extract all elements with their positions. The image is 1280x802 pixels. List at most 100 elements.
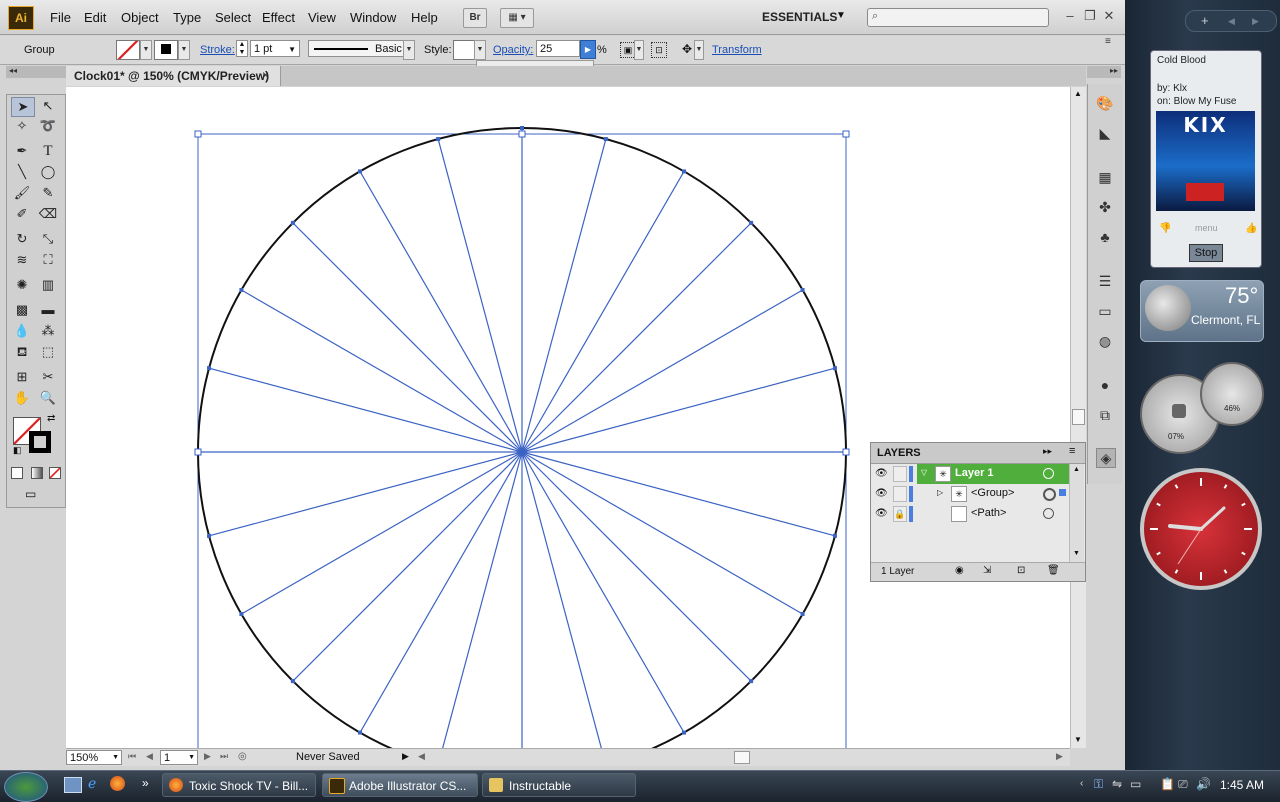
magic-wand-tool-icon[interactable]: ✧ — [11, 117, 33, 135]
type-tool-icon[interactable]: T — [37, 142, 59, 160]
locate-object-icon[interactable]: ◉ — [955, 565, 964, 576]
stop-button[interactable]: Stop — [1189, 244, 1223, 262]
stroke-weight-field[interactable]: 1 pt ▼ — [250, 40, 300, 57]
new-sublayer-icon[interactable]: ⊡ — [1017, 565, 1025, 576]
horizontal-scroll-thumb[interactable] — [734, 751, 750, 764]
network-icon[interactable]: ⇋ — [1112, 777, 1122, 791]
spoke-line[interactable] — [521, 451, 836, 537]
lasso-tool-icon[interactable]: ➰ — [37, 117, 59, 135]
bounding-box-handle[interactable] — [842, 130, 850, 138]
previous-gadget-icon[interactable]: ◀ — [1228, 11, 1235, 31]
anchor-point[interactable] — [207, 533, 212, 538]
taskbar-item-folder[interactable]: Instructable — [482, 773, 636, 797]
document-tab[interactable]: Clock01* @ 150% (CMYK/Preview) × — [66, 66, 281, 86]
spoke-line[interactable] — [521, 171, 685, 453]
search-input[interactable]: ⌕ — [867, 8, 1049, 27]
spoke-line[interactable] — [292, 222, 523, 453]
bounding-box-handle[interactable] — [842, 448, 850, 456]
artboard-tool-icon[interactable]: ⊞ — [11, 368, 33, 386]
spoke-line[interactable] — [359, 451, 523, 733]
vertical-scrollbar[interactable]: ▲ ▼ — [1070, 87, 1086, 748]
column-graph-tool-icon[interactable]: ▥ — [37, 276, 59, 294]
layers-scrollbar[interactable]: ▲ ▼ — [1069, 464, 1084, 562]
anchor-point[interactable] — [358, 730, 362, 735]
first-artboard-icon[interactable]: ⏮ — [128, 751, 136, 762]
spoke-line[interactable] — [208, 451, 523, 537]
recolor-icon[interactable]: ✥ — [680, 42, 694, 56]
spoke-line[interactable] — [521, 138, 607, 453]
rotate-tool-icon[interactable]: ↻ — [11, 230, 33, 248]
scroll-up-icon[interactable]: ▲ — [1074, 89, 1082, 98]
warp-tool-icon[interactable]: ≋ — [11, 251, 33, 269]
spoke-line[interactable] — [521, 367, 836, 453]
anchor-point[interactable] — [290, 220, 295, 225]
chevron-down-icon[interactable]: ▼ — [836, 10, 846, 21]
layer-row[interactable]: 👁 ▽ ✳ Layer 1 — [871, 464, 1069, 484]
symbols-icon[interactable]: ♣ — [1096, 228, 1114, 246]
player-menu[interactable]: menu — [1195, 223, 1218, 233]
anchor-point[interactable] — [832, 366, 837, 371]
anchor-point[interactable] — [358, 169, 362, 174]
line-tool-icon[interactable]: ╲ — [11, 163, 33, 181]
chevron-down-icon[interactable]: ▼ — [634, 40, 644, 60]
artboard-field[interactable]: 1 ▼ — [160, 750, 198, 765]
visibility-eye-icon[interactable]: 👁 — [875, 488, 888, 499]
menu-object[interactable]: Object — [121, 10, 159, 25]
tray-expand-icon[interactable]: ‹ — [1080, 778, 1083, 789]
chevron-down-icon[interactable]: ▼ — [474, 40, 486, 60]
free-transform-tool-icon[interactable]: ⛶ — [37, 251, 59, 269]
layer-row[interactable]: 👁 🔒 <Path> — [871, 504, 1069, 524]
eraser-tool-icon[interactable]: ⌫ — [37, 205, 59, 223]
stroke-link[interactable]: Stroke: — [200, 44, 235, 56]
anchor-point[interactable] — [239, 612, 244, 616]
scroll-down-icon[interactable]: ▼ — [1074, 735, 1082, 744]
anchor-point[interactable] — [749, 220, 754, 225]
more-quicklaunch-icon[interactable]: » — [142, 776, 149, 790]
spoke-line[interactable] — [521, 222, 752, 453]
close-icon[interactable]: ✕ — [1101, 8, 1117, 24]
gradient-panel-icon[interactable]: ▭ — [1096, 302, 1114, 320]
spoke-line[interactable] — [521, 451, 606, 748]
menu-help[interactable]: Help — [411, 10, 438, 25]
color-icon[interactable]: ◣ — [1096, 124, 1114, 142]
blob-brush-tool-icon[interactable]: ✐ — [11, 205, 33, 223]
trash-icon[interactable]: 🗑 — [1047, 565, 1060, 576]
menu-window[interactable]: Window — [350, 10, 396, 25]
menu-edit[interactable]: Edit — [84, 10, 106, 25]
menu-effect[interactable]: Effect — [262, 10, 295, 25]
target-circle-icon[interactable] — [1043, 488, 1056, 501]
spoke-line[interactable] — [241, 451, 523, 615]
live-paint-selection-tool-icon[interactable]: ⬚ — [37, 343, 59, 361]
live-paint-bucket-tool-icon[interactable]: ⛾ — [11, 343, 33, 361]
scroll-right-icon[interactable]: ▶ — [1056, 751, 1063, 762]
graphic-styles-icon[interactable]: ⧉ — [1096, 406, 1114, 424]
last-artboard-icon[interactable]: ⏭ — [220, 751, 228, 762]
arrange-documents-button[interactable]: ▦ ▾ — [500, 8, 534, 28]
opacity-slider-button[interactable]: ▶ — [580, 40, 596, 59]
mesh-tool-icon[interactable]: ▩ — [11, 301, 33, 319]
spoke-line[interactable] — [521, 451, 752, 682]
opacity-link[interactable]: Opacity: — [493, 44, 533, 56]
group-name[interactable]: <Group> — [971, 487, 1014, 499]
lock-toggle[interactable] — [893, 486, 907, 502]
selection-tool-icon[interactable]: ➤ — [11, 97, 35, 117]
collapse-panel-icon[interactable]: ▸▸ — [1043, 446, 1052, 457]
anchor-point[interactable] — [290, 679, 295, 684]
display-icon[interactable]: ▭ — [1130, 777, 1141, 791]
layer-name[interactable]: Layer 1 — [955, 467, 994, 479]
close-document-icon[interactable]: × — [262, 68, 269, 82]
bounding-box-handle[interactable] — [194, 130, 202, 138]
clipboard-icon[interactable]: 📋 — [1160, 777, 1175, 791]
bounding-box-handle[interactable] — [518, 130, 526, 138]
spoke-line[interactable] — [521, 451, 803, 615]
volume-icon[interactable]: 🔊 — [1196, 777, 1211, 791]
taskbar-item-illustrator[interactable]: Adobe Illustrator CS... — [322, 773, 478, 797]
pencil-tool-icon[interactable]: ✎ — [37, 184, 59, 202]
none-mode-icon[interactable] — [49, 467, 61, 479]
ellipse-tool-icon[interactable]: ◯ — [37, 163, 59, 181]
lock-toggle[interactable] — [893, 466, 907, 482]
thumbs-down-icon[interactable]: 👎 — [1159, 223, 1171, 234]
stroke-swatch[interactable] — [154, 40, 178, 60]
default-colors-icon[interactable]: ◧ — [13, 445, 22, 456]
visibility-eye-icon[interactable]: 👁 — [875, 508, 888, 519]
